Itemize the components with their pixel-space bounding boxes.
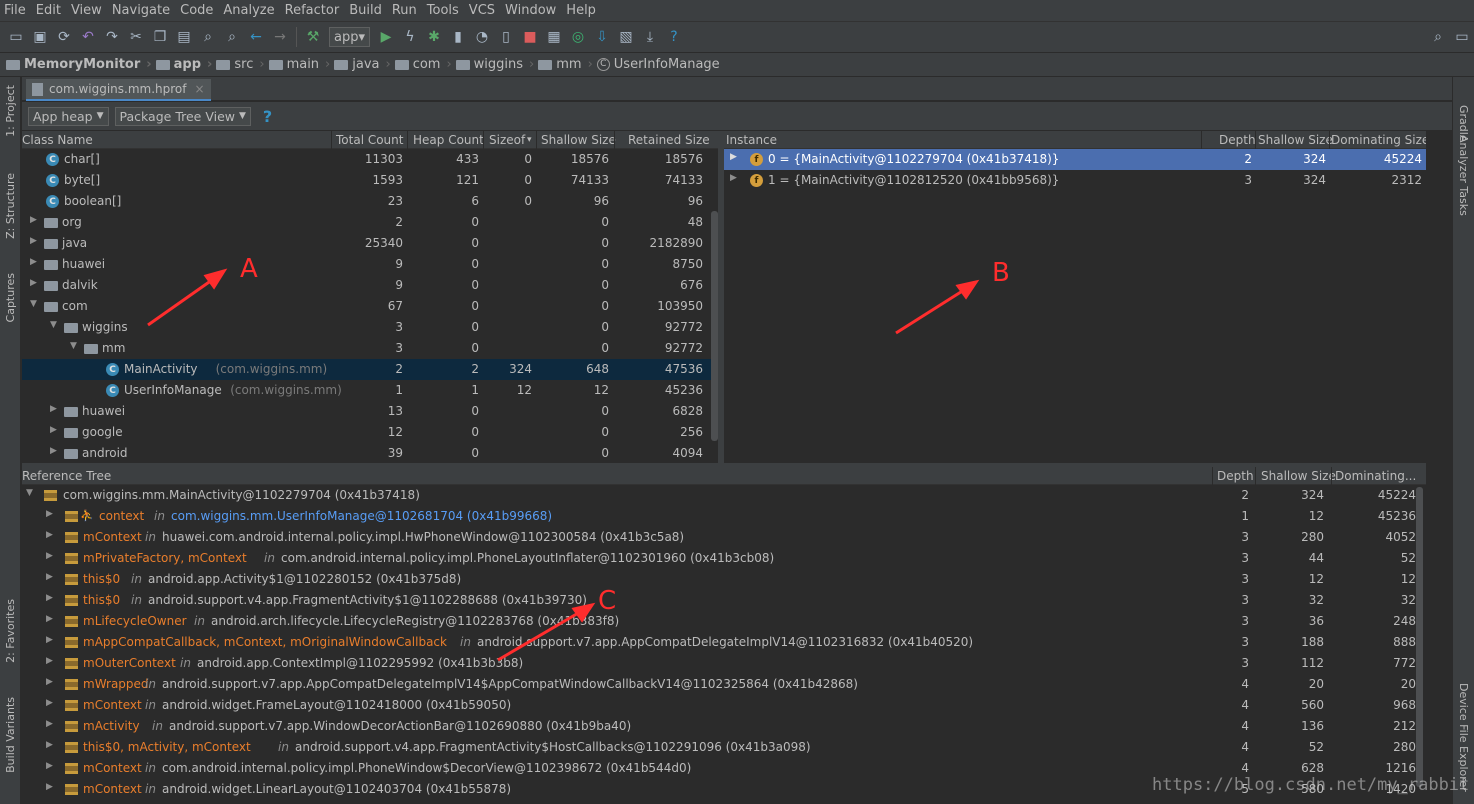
- annotation-b: B: [992, 258, 1010, 288]
- arrow-c-head: [571, 602, 596, 623]
- annotation-a: A: [240, 254, 258, 284]
- arrow-a-head: [203, 268, 228, 290]
- annotation-arrows: [147, 268, 980, 662]
- arrow-a: [147, 278, 213, 327]
- arrow-b: [895, 288, 965, 335]
- arrow-c: [497, 610, 581, 662]
- arrow-b-head: [955, 279, 980, 300]
- watermark: https://blog.csdn.net/my_rabbit: [1152, 775, 1470, 795]
- annotation-c: C: [598, 586, 617, 616]
